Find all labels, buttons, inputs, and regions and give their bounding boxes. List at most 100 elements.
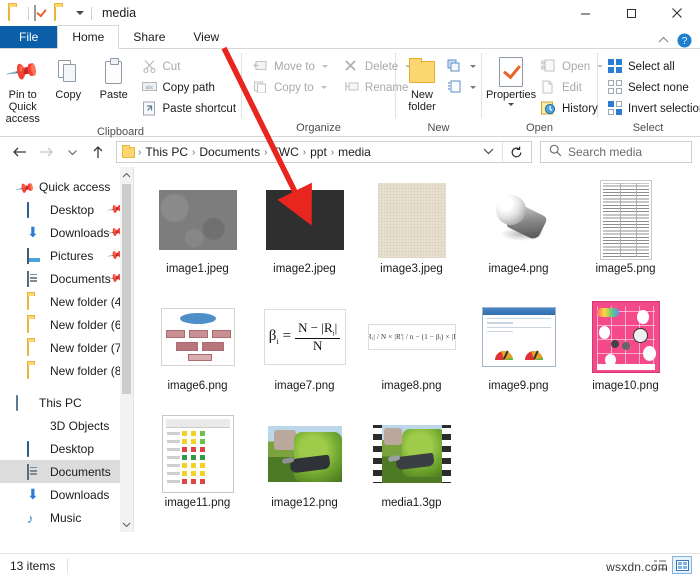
sidebar-header-this-pc[interactable]: This PC bbox=[0, 391, 133, 414]
move-to-button[interactable]: Move to bbox=[248, 56, 333, 77]
new-item-button[interactable] bbox=[442, 56, 481, 77]
copy-icon bbox=[58, 57, 78, 87]
large-icons-view-icon[interactable] bbox=[672, 556, 692, 574]
up-button[interactable] bbox=[86, 140, 110, 164]
sidebar-item-documents[interactable]: Documents 📌 bbox=[0, 267, 133, 290]
refresh-button[interactable] bbox=[503, 141, 529, 163]
recent-locations-button[interactable] bbox=[60, 140, 84, 164]
sidebar-scrollbar[interactable] bbox=[120, 167, 133, 532]
properties-icon[interactable] bbox=[34, 4, 49, 21]
copy-to-button[interactable]: Copy to bbox=[248, 77, 333, 98]
list-item[interactable]: image10.png bbox=[572, 296, 679, 413]
list-item[interactable]: image12.png bbox=[251, 413, 358, 530]
breadcrumb-documents[interactable]: Documents bbox=[196, 145, 263, 159]
select-group-label: Select bbox=[632, 122, 664, 134]
address-dropdown-icon[interactable] bbox=[475, 146, 502, 158]
list-item[interactable]: image3.jpeg bbox=[358, 179, 465, 296]
file-thumbnail: βi = N − |Ri| N bbox=[263, 296, 346, 378]
invert-selection-button[interactable]: Invert selection bbox=[603, 98, 700, 119]
list-item[interactable]: βi = N − |Ri| N image7.png bbox=[251, 296, 358, 413]
tab-view[interactable]: View bbox=[179, 26, 233, 49]
new-folder-icon bbox=[409, 57, 435, 87]
easy-access-button[interactable] bbox=[442, 77, 481, 98]
sidebar-item-desktop-pc[interactable]: Desktop bbox=[0, 437, 133, 460]
list-item[interactable]: image2.jpeg bbox=[251, 179, 358, 296]
details-view-icon[interactable] bbox=[650, 556, 670, 574]
minimize-button[interactable] bbox=[562, 0, 608, 26]
downloads-icon: ⬇ bbox=[27, 485, 39, 502]
chevron-down-icon[interactable] bbox=[76, 11, 84, 15]
chevron-down-icon bbox=[470, 65, 476, 68]
move-to-icon bbox=[253, 59, 269, 75]
properties-button[interactable]: Properties bbox=[486, 53, 536, 106]
select-none-button[interactable]: Select none bbox=[603, 77, 700, 98]
collapse-ribbon-icon[interactable] bbox=[658, 35, 669, 47]
scroll-up-icon[interactable] bbox=[120, 167, 133, 182]
copy-button[interactable]: Copy bbox=[46, 53, 92, 101]
select-none-icon bbox=[608, 80, 623, 95]
chevron-down-icon bbox=[508, 103, 514, 106]
breadcrumb-ppt[interactable]: ppt bbox=[307, 145, 330, 159]
cut-button[interactable]: Cut bbox=[137, 56, 242, 77]
sidebar-header-quick-access[interactable]: 📌 Quick access bbox=[0, 175, 133, 199]
select-all-label: Select all bbox=[628, 60, 675, 73]
folder-icon[interactable] bbox=[8, 4, 23, 21]
paste-label: Paste bbox=[99, 89, 128, 101]
maximize-button[interactable] bbox=[608, 0, 654, 26]
sidebar-item-new-folder-7[interactable]: New folder (7) bbox=[0, 336, 133, 359]
sidebar-item-pictures-pc[interactable]: Pictures bbox=[0, 529, 133, 532]
new-folder-icon[interactable] bbox=[54, 4, 69, 21]
list-item[interactable]: image6.png bbox=[144, 296, 251, 413]
content-area: 📌 Quick access Desktop 📌 ⬇ Downloads 📌 P… bbox=[0, 167, 700, 532]
list-item[interactable]: image5.png bbox=[572, 179, 679, 296]
copy-to-label: Copy to bbox=[274, 81, 314, 94]
copy-path-button[interactable]: abc Copy path bbox=[137, 77, 242, 98]
sidebar-item-pictures[interactable]: Pictures 📌 bbox=[0, 244, 133, 267]
sidebar-item-new-folder-8[interactable]: New folder (8) bbox=[0, 359, 133, 382]
help-icon[interactable]: ? bbox=[677, 33, 692, 48]
copy-path-icon: abc bbox=[141, 80, 158, 96]
select-all-button[interactable]: Select all bbox=[603, 56, 700, 77]
list-item[interactable]: image9.png bbox=[465, 296, 572, 413]
paste-button[interactable]: Paste bbox=[91, 53, 137, 101]
file-thumbnail bbox=[372, 413, 451, 495]
forward-button[interactable] bbox=[34, 140, 58, 164]
list-item[interactable]: image11.png bbox=[144, 413, 251, 530]
paste-shortcut-button[interactable]: Paste shortcut bbox=[137, 98, 242, 119]
file-explorer-window: media File Home Share View ? 📌 Pin to Qu… bbox=[0, 0, 700, 577]
sidebar-item-3d-objects[interactable]: 3D Objects bbox=[0, 414, 133, 437]
address-bar[interactable]: › This PC › Documents › TWC › ppt › medi… bbox=[116, 141, 532, 163]
select-all-icon bbox=[608, 59, 623, 74]
music-icon: ♪ bbox=[27, 510, 34, 526]
pin-icon: 📌 bbox=[4, 53, 42, 90]
list-item[interactable]: Pᵢ = |Rᵢ| / N × |R'| / n − (1 − βᵢ) × |R… bbox=[358, 296, 465, 413]
sidebar-item-music[interactable]: ♪ Music bbox=[0, 506, 133, 529]
paste-icon bbox=[105, 57, 123, 87]
scroll-down-icon[interactable] bbox=[120, 517, 133, 532]
sidebar-item-downloads-pc[interactable]: ⬇ Downloads bbox=[0, 483, 133, 506]
tab-share[interactable]: Share bbox=[119, 26, 179, 49]
list-item[interactable]: image1.jpeg bbox=[144, 179, 251, 296]
tab-file[interactable]: File bbox=[0, 26, 58, 49]
sidebar-item-desktop[interactable]: Desktop 📌 bbox=[0, 198, 133, 221]
sidebar-label: New folder (8) bbox=[50, 363, 126, 378]
tab-home[interactable]: Home bbox=[57, 25, 120, 49]
file-name: image6.png bbox=[167, 380, 228, 392]
sidebar-item-downloads[interactable]: ⬇ Downloads 📌 bbox=[0, 221, 133, 244]
close-button[interactable] bbox=[654, 0, 700, 26]
sidebar-item-documents-pc[interactable]: Documents bbox=[0, 460, 133, 483]
breadcrumb-twc[interactable]: TWC bbox=[268, 145, 301, 159]
file-list-view[interactable]: image1.jpeg image2.jpeg image3.jpeg imag… bbox=[134, 167, 700, 532]
sidebar-item-new-folder-6[interactable]: New folder (6) bbox=[0, 313, 133, 336]
back-button[interactable] bbox=[8, 140, 32, 164]
search-input[interactable]: Search media bbox=[540, 141, 692, 163]
window-title: media bbox=[102, 6, 137, 20]
list-item[interactable]: image4.png bbox=[465, 179, 572, 296]
breadcrumb-this-pc[interactable]: This PC bbox=[142, 145, 191, 159]
sidebar-item-new-folder-4[interactable]: New folder (4) bbox=[0, 290, 133, 313]
pin-to-quick-access-button[interactable]: 📌 Pin to Quick access bbox=[0, 53, 46, 125]
sidebar-scroll-thumb[interactable] bbox=[122, 184, 131, 394]
breadcrumb-media[interactable]: media bbox=[335, 145, 374, 159]
list-item[interactable]: media1.3gp bbox=[358, 413, 465, 530]
new-folder-button[interactable]: New folder bbox=[402, 53, 442, 113]
